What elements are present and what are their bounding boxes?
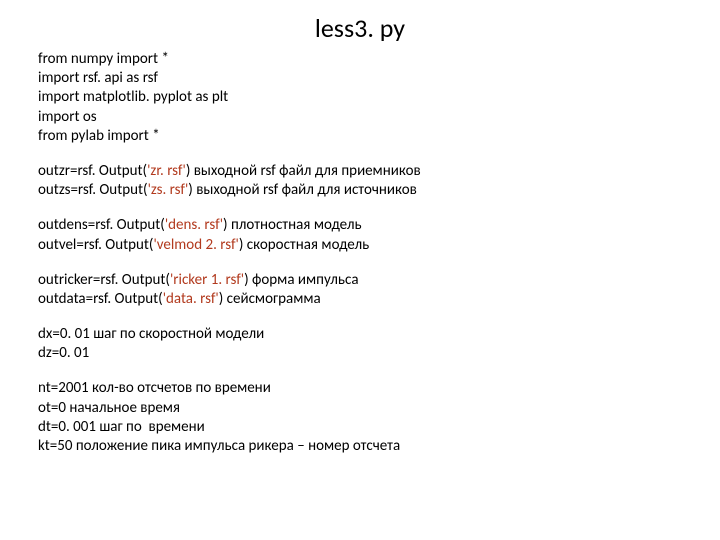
code-text: * bbox=[161, 50, 168, 68]
code-text: rsf bbox=[143, 69, 158, 87]
string-literal: 'zr. rsf' bbox=[147, 162, 186, 180]
code-text: outzr=rsf. Output( bbox=[38, 162, 147, 180]
code-text: from pylab import bbox=[38, 127, 152, 145]
code-text: dx=0. 01 шаг по скоростной модели bbox=[38, 325, 264, 343]
code-text: import matplotlib. pyplot bbox=[38, 88, 195, 106]
code-text: ) выходной rsf файл для приемников bbox=[186, 162, 421, 180]
code-text: import rsf. api bbox=[38, 69, 126, 87]
code-text: ) сейсмограмма bbox=[219, 290, 321, 308]
code-text: outricker=rsf. Output( bbox=[38, 271, 170, 289]
code-text: ) плотностная модель bbox=[223, 216, 362, 234]
imports-block: from numpy import * import rsf. api as r… bbox=[38, 50, 682, 146]
output-receivers-block: outzr=rsf. Output('zr. rsf') выходной rs… bbox=[38, 162, 682, 200]
code-text: as bbox=[126, 69, 142, 87]
code-text: as bbox=[195, 88, 211, 106]
code-text: ) выходной rsf файл для источников bbox=[188, 181, 417, 199]
code-text: outdata=rsf. Output( bbox=[38, 290, 163, 308]
string-literal: 'dens. rsf' bbox=[165, 216, 223, 234]
code-text: ) форма импульса bbox=[244, 271, 358, 289]
output-ricker-block: outricker=rsf. Output('ricker 1. rsf') ф… bbox=[38, 271, 682, 309]
code-text: dt=0. 001 шаг по времени bbox=[38, 418, 205, 436]
code-text: ot=0 начальное время bbox=[38, 399, 180, 417]
string-literal: 'velmod 2. rsf' bbox=[153, 236, 238, 254]
code-text: outvel=rsf. Output( bbox=[38, 236, 153, 254]
dx-dz-block: dx=0. 01 шаг по скоростной модели dz=0. … bbox=[38, 325, 682, 363]
code-text: outzs=rsf. Output( bbox=[38, 181, 148, 199]
code-text: import os bbox=[38, 108, 97, 126]
code-text: outdens=rsf. Output( bbox=[38, 216, 165, 234]
code-text: plt bbox=[212, 88, 228, 106]
code-text: dz=0. 01 bbox=[38, 344, 89, 362]
string-literal: 'ricker 1. rsf' bbox=[170, 271, 244, 289]
time-params-block: nt=2001 кол-во отсчетов по времени ot=0 … bbox=[38, 379, 682, 456]
page-title: less3. py bbox=[38, 12, 682, 44]
output-models-block: outdens=rsf. Output('dens. rsf') плотнос… bbox=[38, 216, 682, 254]
code-text: nt=2001 кол-во отсчетов по времени bbox=[38, 379, 271, 397]
code-text: * bbox=[152, 127, 159, 145]
code-text: ) скоростная модель bbox=[239, 236, 369, 254]
code-text: from numpy import bbox=[38, 50, 161, 68]
string-literal: 'zs. rsf' bbox=[148, 181, 189, 199]
code-text: kt=50 положение пика импульса рикера – н… bbox=[38, 437, 400, 455]
string-literal: 'data. rsf' bbox=[163, 290, 219, 308]
